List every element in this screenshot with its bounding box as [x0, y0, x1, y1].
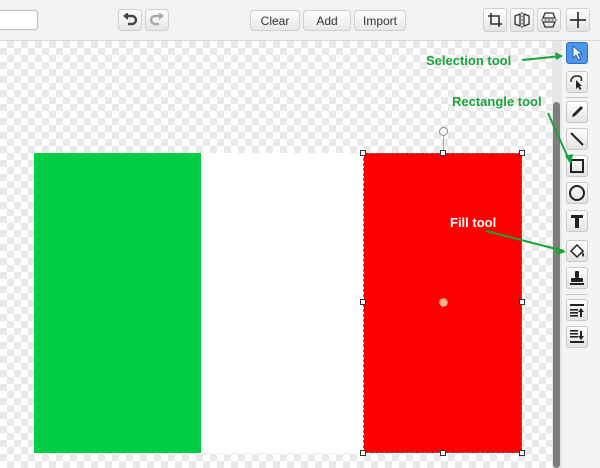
resize-handle-left[interactable]: [360, 299, 366, 305]
tool-divider: [566, 294, 588, 295]
canvas-scrollbar-thumb[interactable]: [553, 102, 560, 468]
line-tool-button[interactable]: [566, 128, 588, 150]
fill-tool-button[interactable]: [566, 240, 588, 262]
rectangle-tool-annotation: Rectangle tool: [452, 94, 542, 109]
redo-icon: [149, 13, 164, 26]
rectangle-icon: [570, 159, 584, 173]
flip-vertical-icon: [541, 12, 557, 28]
add-button[interactable]: Add: [303, 10, 351, 31]
undo-button[interactable]: [118, 9, 142, 31]
crop-icon: [488, 13, 502, 27]
set-costume-center-button[interactable]: [566, 8, 590, 32]
text-icon: [571, 215, 583, 228]
crop-button[interactable]: [483, 8, 507, 32]
send-backward-button[interactable]: [566, 326, 588, 348]
resize-handle-bottom-right[interactable]: [519, 450, 525, 456]
reshape-icon: [570, 75, 583, 90]
pencil-tool-button[interactable]: [566, 101, 588, 123]
ellipse-tool-button[interactable]: [566, 182, 588, 204]
redo-button[interactable]: [145, 9, 169, 31]
clear-button[interactable]: Clear: [250, 10, 300, 31]
select-arrow-icon: [572, 45, 584, 61]
bring-forward-icon: [570, 304, 584, 317]
editor-toolbar: Clear Add Import: [0, 0, 600, 41]
resize-handle-bottom-left[interactable]: [360, 450, 366, 456]
resize-handle-top-right[interactable]: [519, 150, 525, 156]
rectangle-tool-button[interactable]: [566, 155, 588, 177]
selection-tool-button[interactable]: [566, 42, 588, 64]
paint-bucket-icon: [569, 243, 585, 259]
crosshair-icon: [570, 12, 586, 28]
import-button[interactable]: Import: [354, 10, 406, 31]
stamp-tool-button[interactable]: [566, 267, 588, 289]
undo-icon: [123, 13, 138, 26]
flag-green-stripe[interactable]: [34, 153, 201, 453]
flip-horizontal-icon: [514, 12, 530, 28]
resize-handle-bottom[interactable]: [440, 450, 446, 456]
selection-tool-annotation: Selection tool: [426, 53, 512, 68]
bring-forward-button[interactable]: [566, 299, 588, 321]
tool-divider: [566, 97, 588, 98]
costume-name-input[interactable]: [0, 10, 38, 30]
line-icon: [570, 132, 584, 146]
stamp-icon: [570, 271, 584, 285]
fill-tool-annotation: Fill tool: [450, 215, 497, 230]
rotation-handle[interactable]: [439, 127, 448, 136]
resize-handle-right[interactable]: [519, 299, 525, 305]
send-backward-icon: [570, 330, 584, 343]
ellipse-icon: [569, 185, 585, 201]
reshape-tool-button[interactable]: [566, 71, 588, 93]
pencil-icon: [572, 106, 583, 117]
flip-horizontal-button[interactable]: [510, 8, 534, 32]
flip-vertical-button[interactable]: [537, 8, 561, 32]
text-tool-button[interactable]: [566, 210, 588, 232]
flag-white-stripe[interactable]: [201, 153, 364, 453]
resize-handle-top-left[interactable]: [360, 150, 366, 156]
selection-center-point[interactable]: [439, 298, 448, 307]
resize-handle-top[interactable]: [440, 150, 446, 156]
